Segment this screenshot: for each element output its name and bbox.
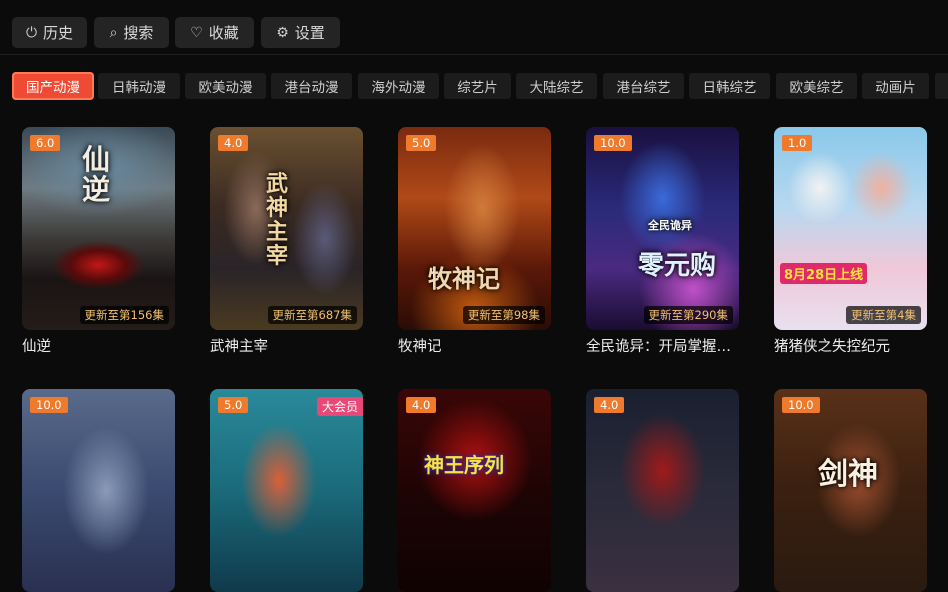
settings-button[interactable]: ⚙ 设置 [261, 17, 340, 48]
media-card[interactable]: 大会员 5.0 [210, 389, 363, 592]
poster-art-title: 零元购 [638, 251, 717, 281]
tab-3[interactable]: 港台动漫 [271, 73, 352, 99]
tab-1[interactable]: 日韩动漫 [98, 73, 180, 99]
gear-icon: ⚙ [276, 24, 289, 41]
search-icon: ⌕ [109, 24, 118, 41]
tab-5[interactable]: 综艺片 [444, 73, 511, 99]
poster: 全民诡异 零元购 10.0 更新至第290集 [586, 127, 739, 330]
rating-badge: 10.0 [594, 135, 632, 151]
tab-0[interactable]: 国产动漫 [12, 72, 94, 100]
rating-badge: 10.0 [782, 397, 820, 413]
media-card[interactable]: 10.0 [22, 389, 175, 592]
tab-7[interactable]: 港台综艺 [603, 73, 684, 99]
card-title: 武神主宰 [210, 339, 268, 355]
poster: 牧神记 5.0 更新至第98集 [398, 127, 551, 330]
search-button[interactable]: ⌕ 搜索 [94, 17, 169, 48]
poster-art-subtitle: 全民诡异 [648, 219, 692, 232]
media-card[interactable]: 牧神记 5.0 更新至第98集 牧神记 [398, 127, 551, 356]
poster: 剑神 10.0 [774, 389, 927, 592]
poster-art-title: 8月28日上线 [780, 263, 868, 284]
poster: 武神主宰 4.0 更新至第687集 [210, 127, 363, 330]
poster-art-title: 仙逆 [82, 143, 111, 206]
rating-badge: 4.0 [406, 397, 437, 413]
rating-badge: 1.0 [782, 135, 813, 151]
media-card[interactable]: 全民诡异 零元购 10.0 更新至第290集 全民诡异：开局掌握… [586, 127, 739, 356]
history-label: 历史 [43, 24, 74, 42]
rating-badge: 6.0 [30, 135, 61, 151]
media-card[interactable]: 神王序列 4.0 [398, 389, 551, 592]
history-button[interactable]: ⏻ 历史 [12, 17, 87, 48]
media-card[interactable]: 武神主宰 4.0 更新至第687集 武神主宰 [210, 127, 363, 356]
favorites-label: 收藏 [208, 24, 239, 42]
vip-tag: 大会员 [316, 397, 363, 416]
poster: 仙逆 6.0 更新至第156集 [22, 127, 175, 330]
poster: 4.0 [586, 389, 739, 592]
media-card[interactable]: 仙逆 6.0 更新至第156集 仙逆 [22, 127, 175, 356]
card-title: 全民诡异：开局掌握… [586, 339, 731, 355]
tab-9[interactable]: 欧美综艺 [776, 73, 857, 99]
poster: 10.0 [22, 389, 175, 592]
tab-8[interactable]: 日韩综艺 [689, 73, 770, 99]
poster-art-title: 剑神 [818, 457, 878, 492]
card-title: 仙逆 [22, 339, 51, 355]
rating-badge: 5.0 [218, 397, 249, 413]
rating-badge: 5.0 [406, 135, 437, 151]
rating-badge: 4.0 [594, 397, 625, 413]
episode-status: 更新至第687集 [267, 306, 357, 324]
card-title: 牧神记 [398, 339, 442, 355]
category-tabs: 国产动漫 日韩动漫 欧美动漫 港台动漫 海外动漫 综艺片 大陆综艺 港台综艺 日… [0, 70, 948, 104]
favorites-button[interactable]: ♡ 收藏 [175, 17, 254, 48]
poster-art-title: 牧神记 [428, 264, 500, 293]
media-card[interactable]: 4.0 [586, 389, 739, 592]
poster-art-title: 武神主宰 [266, 171, 289, 269]
episode-status: 更新至第4集 [846, 306, 921, 324]
power-icon: ⏻ [25, 24, 38, 41]
media-card[interactable]: 剑神 10.0 [774, 389, 927, 592]
poster: 8月28日上线 1.0 更新至第4集 [774, 127, 927, 330]
settings-label: 设置 [294, 24, 325, 42]
poster-art-title: 神王序列 [424, 453, 504, 477]
search-label: 搜索 [123, 24, 154, 42]
poster: 大会员 5.0 [210, 389, 363, 592]
poster: 神王序列 4.0 [398, 389, 551, 592]
media-card[interactable]: 8月28日上线 1.0 更新至第4集 猪猪侠之失控纪元 [774, 127, 927, 356]
rating-badge: 4.0 [218, 135, 249, 151]
card-title: 猪猪侠之失控纪元 [774, 339, 890, 355]
episode-status: 更新至第98集 [462, 306, 545, 324]
top-toolbar: ⏻ 历史 ⌕ 搜索 ♡ 收藏 ⚙ 设置 [0, 0, 948, 55]
episode-status: 更新至第290集 [643, 306, 733, 324]
tab-2[interactable]: 欧美动漫 [185, 73, 266, 99]
tab-overflow[interactable] [935, 73, 948, 99]
heart-icon: ♡ [190, 24, 203, 41]
episode-status: 更新至第156集 [79, 306, 169, 324]
tab-6[interactable]: 大陆综艺 [516, 73, 597, 99]
tab-10[interactable]: 动画片 [862, 73, 929, 99]
tab-4[interactable]: 海外动漫 [358, 73, 439, 99]
rating-badge: 10.0 [30, 397, 68, 413]
